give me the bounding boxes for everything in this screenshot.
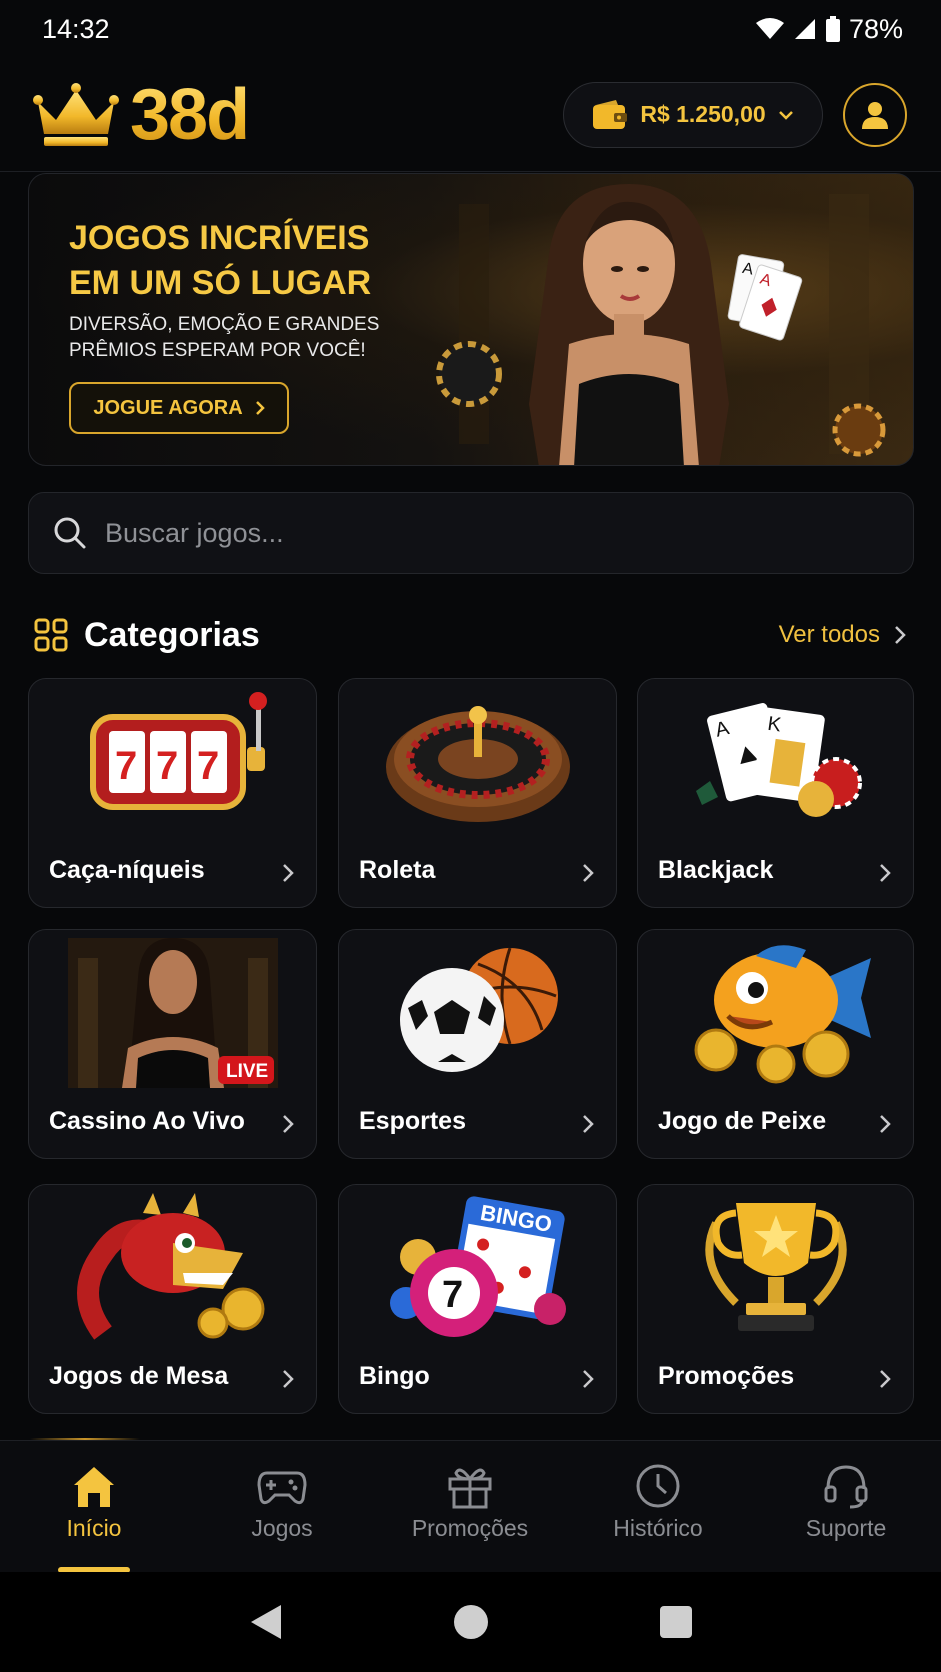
nav-item-home[interactable]: Início: [0, 1441, 188, 1573]
balance-amount: R$ 1.250,00: [640, 101, 766, 127]
nav-label: Promoções: [411, 1515, 529, 1541]
category-label: Roleta: [359, 856, 436, 884]
slot-machine-icon: 7 7 7: [89, 692, 267, 810]
banner-subtitle: DIVERSÃO, EMOÇÃO E GRANDES PRÊMIOS ESPER…: [69, 314, 380, 361]
bottom-navigation: Início Jogos Promoções Histórico Suporte: [0, 1440, 941, 1573]
app-header: 38d R$ 1.250,00: [0, 58, 941, 172]
home-icon: [74, 1467, 114, 1507]
headset-icon: [824, 1465, 868, 1509]
grid-icon: [34, 618, 68, 652]
category-card-bingo[interactable]: BINGO 7 Bingo: [338, 1184, 617, 1414]
see-all-link[interactable]: Ver todos: [779, 621, 906, 649]
chevron-right-icon: [895, 626, 906, 644]
bingo-ball-number: 7: [442, 1274, 463, 1316]
bingo-icon: BINGO 7: [389, 1196, 566, 1337]
nav-item-history[interactable]: Histórico: [564, 1441, 752, 1573]
promo-banner[interactable]: JOGOS INCRÍVEIS EM UM SÓ LUGAR DIVERSÃO,…: [28, 173, 914, 466]
status-icons: 78%: [755, 14, 903, 45]
back-icon[interactable]: [249, 1603, 283, 1641]
banner-title: JOGOS INCRÍVEIS EM UM SÓ LUGAR: [69, 219, 372, 302]
system-navigation-bar: [0, 1572, 941, 1672]
category-card-slots[interactable]: 7 7 7 Caça-níqueis: [28, 678, 317, 908]
nav-item-promotions[interactable]: Promoções: [376, 1441, 564, 1573]
category-label: Jogos de Mesa: [49, 1362, 229, 1390]
fish-icon: [694, 945, 871, 1084]
categories-title: Categorias: [84, 615, 260, 654]
gift-icon: [448, 1468, 492, 1509]
category-card-table-games[interactable]: Jogos de Mesa: [28, 1184, 317, 1414]
nav-item-games[interactable]: Jogos: [188, 1441, 376, 1573]
chevron-down-icon: [778, 110, 793, 120]
dragon-icon: [76, 1193, 264, 1340]
status-time: 14:32: [42, 13, 110, 44]
category-label: Bingo: [359, 1362, 430, 1390]
nav-label: Suporte: [805, 1515, 887, 1541]
category-label: Jogo de Peixe: [658, 1107, 827, 1135]
live-dealer-icon: LIVE: [67, 938, 278, 1088]
battery-icon: [825, 16, 840, 42]
category-card-blackjack[interactable]: A K Blackjack: [637, 678, 914, 908]
wallet-icon: [593, 99, 628, 129]
svg-text:7: 7: [115, 744, 137, 788]
category-label: Promoções: [658, 1362, 795, 1390]
balance-button[interactable]: R$ 1.250,00: [563, 81, 823, 148]
logo-text: 38d: [130, 74, 250, 155]
crown-icon: [33, 82, 119, 146]
battery-level: 78%: [848, 13, 903, 44]
category-label: Esportes: [359, 1107, 466, 1135]
play-now-label: JOGUE AGORA: [93, 396, 243, 419]
gamepad-icon: [257, 1471, 307, 1505]
chevron-right-icon: [255, 401, 265, 415]
svg-text:7: 7: [197, 744, 219, 788]
category-card-live-casino[interactable]: LIVE Cassino Ao Vivo: [28, 929, 317, 1159]
chevron-right-icon: [880, 1115, 891, 1133]
chevron-right-icon: [880, 1370, 891, 1388]
category-card-fish[interactable]: Jogo de Peixe: [637, 929, 914, 1159]
clock-icon: [636, 1464, 680, 1508]
chevron-right-icon: [283, 1115, 294, 1133]
home-circle-icon[interactable]: [453, 1604, 489, 1640]
category-label: Cassino Ao Vivo: [49, 1107, 245, 1135]
sports-balls-icon: [399, 947, 558, 1072]
category-label: Blackjack: [658, 856, 774, 884]
category-label: Caça-níqueis: [49, 856, 205, 884]
search-icon: [54, 517, 86, 549]
logo[interactable]: 38d: [32, 74, 250, 156]
profile-button[interactable]: [843, 82, 907, 147]
status-bar: 14:32 78%: [0, 0, 941, 58]
search-input[interactable]: [105, 517, 865, 549]
search-bar[interactable]: [28, 492, 914, 574]
play-now-button[interactable]: JOGUE AGORA: [69, 382, 289, 434]
svg-text:7: 7: [156, 744, 178, 788]
signal-icon: [794, 19, 815, 39]
live-badge: LIVE: [226, 1061, 268, 1082]
trophy-icon: [704, 1203, 847, 1331]
categories-header: Categorias Ver todos: [34, 610, 906, 660]
chevron-right-icon: [283, 864, 294, 882]
chevron-right-icon: [583, 864, 594, 882]
nav-label: Jogos: [251, 1515, 313, 1541]
nav-item-support[interactable]: Suporte: [752, 1441, 940, 1573]
chevron-right-icon: [583, 1115, 594, 1133]
playing-cards-icon: A K: [695, 703, 862, 817]
banner-dealer-image: A A: [436, 184, 886, 465]
category-card-roulette[interactable]: Roleta: [338, 678, 617, 908]
user-icon: [862, 101, 888, 129]
chevron-right-icon: [283, 1370, 294, 1388]
chevron-right-icon: [583, 1370, 594, 1388]
wifi-icon: [755, 18, 784, 39]
nav-label: Início: [66, 1515, 122, 1541]
chevron-right-icon: [880, 864, 891, 882]
roulette-icon: [385, 706, 570, 822]
recents-icon[interactable]: [659, 1605, 693, 1639]
category-card-promotions[interactable]: Promoções: [637, 1184, 914, 1414]
category-card-sports[interactable]: Esportes: [338, 929, 617, 1159]
see-all-label: Ver todos: [778, 621, 880, 648]
nav-label: Histórico: [613, 1515, 703, 1541]
